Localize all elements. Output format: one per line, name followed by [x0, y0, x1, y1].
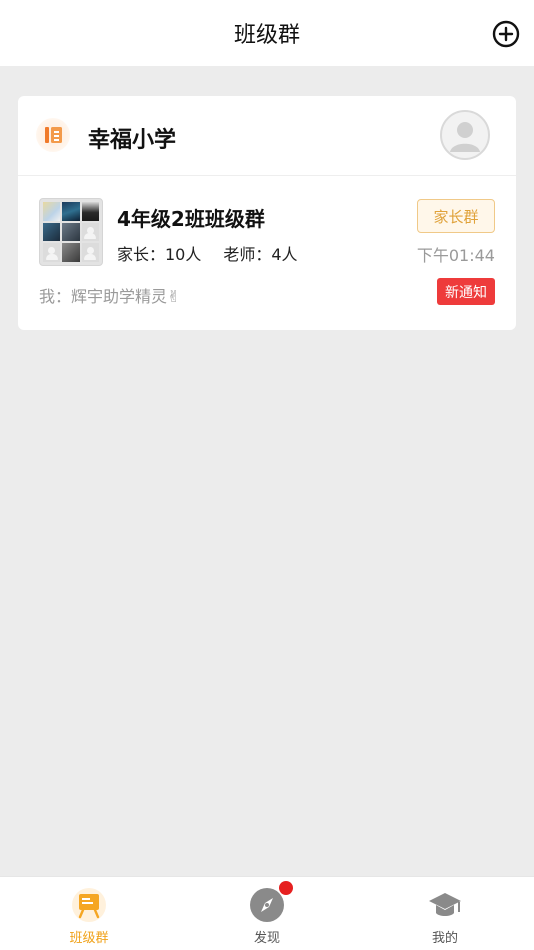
- plus-circle-icon: [492, 20, 520, 48]
- school-header[interactable]: 幸福小学: [18, 96, 516, 176]
- tab-label: 班级群: [69, 931, 109, 946]
- tab-mine[interactable]: 我的: [356, 877, 534, 950]
- page-title: 班级群: [233, 23, 300, 48]
- default-user-avatar-icon[interactable]: [440, 110, 490, 160]
- member-avatar: [62, 202, 80, 221]
- last-message-time: 下午01:44: [416, 246, 495, 265]
- bottom-tab-bar: 班级群 发现 我的: [0, 876, 534, 950]
- class-group-item[interactable]: 4年级2班班级群 家长：10人 老师：4人 家长群 下午01:44 我：辉宇助学精…: [18, 176, 516, 330]
- member-avatar: [43, 222, 61, 242]
- add-button[interactable]: [492, 20, 520, 48]
- tab-class-group[interactable]: 班级群: [0, 877, 178, 950]
- compass-icon: [249, 881, 293, 923]
- tab-discover[interactable]: 发现: [178, 877, 356, 950]
- top-bar: 班级群: [0, 0, 534, 66]
- notification-dot: [279, 881, 293, 895]
- tab-label: 发现: [253, 931, 280, 946]
- school-card: 幸福小学 4年级2班班级群 家长：10人 老师：4人 家长群 下午01:44 我：…: [18, 96, 516, 330]
- member-avatar: [43, 202, 61, 221]
- member-avatar: [81, 243, 99, 262]
- group-member-counts: 家长：10人 老师：4人: [117, 241, 298, 265]
- new-notice-badge: 新通知: [437, 278, 495, 305]
- last-message-preview: 我：辉宇助学精灵✌: [39, 287, 181, 306]
- member-avatar: [81, 222, 99, 242]
- teachers-count: 老师：4人: [223, 245, 298, 264]
- member-avatar: [62, 243, 80, 262]
- school-logo-icon: [36, 118, 70, 152]
- member-avatar: [62, 222, 80, 242]
- graduation-cap-icon: [427, 887, 463, 923]
- group-avatar-collage: [39, 198, 103, 266]
- class-board-icon: [71, 887, 107, 923]
- school-name: 幸福小学: [88, 128, 177, 153]
- group-name: 4年级2班班级群: [117, 207, 265, 231]
- member-avatar: [81, 202, 99, 221]
- parent-group-tag: 家长群: [417, 199, 495, 233]
- parents-count: 家长：10人: [117, 245, 202, 264]
- member-avatar: [43, 243, 61, 262]
- tab-label: 我的: [431, 931, 458, 946]
